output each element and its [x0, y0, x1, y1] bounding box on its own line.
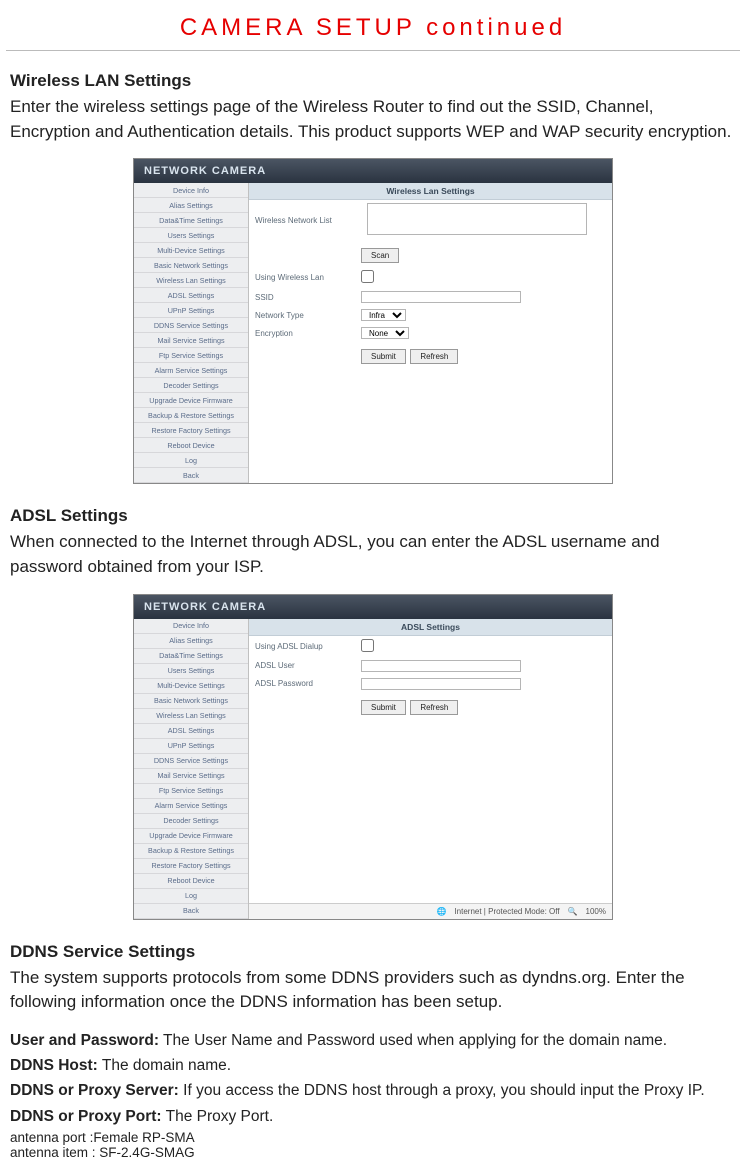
sidebar-item[interactable]: UPnP Settings: [134, 739, 248, 754]
content-body: Wireless LAN Settings Enter the wireless…: [0, 71, 746, 1160]
def-proxy-server: DDNS or Proxy Server: If you access the …: [10, 1079, 736, 1102]
antenna-port-text: antenna port :Female RP-SMA: [10, 1130, 736, 1145]
sidebar-item[interactable]: Alias Settings: [134, 634, 248, 649]
antenna-item-text: antenna item : SF-2.4G-SMAG: [10, 1145, 736, 1160]
using-wlan-label: Using Wireless Lan: [255, 273, 355, 282]
sidebar-item[interactable]: Restore Factory Settings: [134, 423, 248, 438]
def-text: The User Name and Password used when app…: [159, 1032, 667, 1049]
zoom-level: 100%: [586, 907, 606, 916]
browser-statusbar: 🌐 Internet | Protected Mode: Off 🔍 100%: [249, 903, 612, 919]
sidebar-item[interactable]: Users Settings: [134, 664, 248, 679]
zoom-icon: 🔍: [568, 907, 578, 916]
wlan-list-label: Wireless Network List: [255, 216, 355, 225]
ssid-label: SSID: [255, 293, 355, 302]
sidebar-item[interactable]: Log: [134, 889, 248, 904]
using-wlan-checkbox[interactable]: [361, 270, 374, 283]
def-term: DDNS Host:: [10, 1057, 98, 1074]
sidebar-item[interactable]: ADSL Settings: [134, 288, 248, 303]
sidebar-item[interactable]: Device Info: [134, 619, 248, 634]
title-underline: [6, 50, 740, 51]
def-user-password: User and Password: The User Name and Pas…: [10, 1029, 736, 1052]
wlan-panel: Wireless Lan Settings Wireless Network L…: [249, 183, 612, 483]
app-title-bar: NETWORK CAMERA: [134, 159, 612, 183]
sidebar-item[interactable]: ADSL Settings: [134, 724, 248, 739]
sidebar: Device Info Alias Settings Data&Time Set…: [134, 183, 249, 483]
submit-button[interactable]: Submit: [361, 349, 406, 364]
sidebar-item[interactable]: Ftp Service Settings: [134, 348, 248, 363]
sidebar-item[interactable]: Alarm Service Settings: [134, 799, 248, 814]
wlan-screenshot: NETWORK CAMERA Device Info Alias Setting…: [133, 158, 613, 484]
ddns-body: The system supports protocols from some …: [10, 966, 736, 1015]
sidebar: Device Info Alias Settings Data&Time Set…: [134, 619, 249, 919]
network-type-select[interactable]: Infra: [361, 309, 406, 321]
wlan-list-box[interactable]: [367, 203, 587, 235]
sidebar-item[interactable]: DDNS Service Settings: [134, 754, 248, 769]
adsl-body: When connected to the Internet through A…: [10, 530, 736, 579]
protected-mode-text: Internet | Protected Mode: Off: [454, 907, 559, 916]
adsl-password-input[interactable]: [361, 678, 521, 690]
adsl-panel-title: ADSL Settings: [249, 619, 612, 636]
using-adsl-label: Using ADSL Dialup: [255, 642, 355, 651]
def-text: The Proxy Port.: [162, 1108, 274, 1125]
sidebar-item[interactable]: Back: [134, 468, 248, 483]
sidebar-item[interactable]: Back: [134, 904, 248, 919]
sidebar-item[interactable]: Basic Network Settings: [134, 258, 248, 273]
adsl-user-label: ADSL User: [255, 661, 355, 670]
def-proxy-port: DDNS or Proxy Port: The Proxy Port.: [10, 1105, 736, 1128]
sidebar-item[interactable]: Mail Service Settings: [134, 769, 248, 784]
adsl-password-label: ADSL Password: [255, 679, 355, 688]
sidebar-item[interactable]: Data&Time Settings: [134, 213, 248, 228]
sidebar-item[interactable]: Basic Network Settings: [134, 694, 248, 709]
sidebar-item[interactable]: Alias Settings: [134, 198, 248, 213]
def-term: DDNS or Proxy Server:: [10, 1082, 179, 1099]
sidebar-item[interactable]: Decoder Settings: [134, 378, 248, 393]
sidebar-item[interactable]: Backup & Restore Settings: [134, 844, 248, 859]
scan-button[interactable]: Scan: [361, 248, 399, 263]
adsl-heading: ADSL Settings: [10, 506, 736, 526]
encryption-label: Encryption: [255, 329, 355, 338]
app-title-bar: NETWORK CAMERA: [134, 595, 612, 619]
sidebar-item[interactable]: Restore Factory Settings: [134, 859, 248, 874]
adsl-screenshot: NETWORK CAMERA Device Info Alias Setting…: [133, 594, 613, 920]
sidebar-item[interactable]: Device Info: [134, 183, 248, 198]
refresh-button[interactable]: Refresh: [410, 349, 458, 364]
sidebar-item[interactable]: Multi-Device Settings: [134, 679, 248, 694]
wlan-panel-title: Wireless Lan Settings: [249, 183, 612, 200]
def-text: The domain name.: [98, 1057, 231, 1074]
ddns-heading: DDNS Service Settings: [10, 942, 736, 962]
def-text: If you access the DDNS host through a pr…: [179, 1082, 705, 1099]
sidebar-item[interactable]: Log: [134, 453, 248, 468]
sidebar-item[interactable]: Reboot Device: [134, 874, 248, 889]
def-ddns-host: DDNS Host: The domain name.: [10, 1054, 736, 1077]
sidebar-item[interactable]: Upgrade Device Firmware: [134, 829, 248, 844]
submit-button[interactable]: Submit: [361, 700, 406, 715]
page-title: CAMERA SETUP continued: [0, 0, 746, 50]
globe-icon: 🌐: [436, 907, 446, 916]
def-term: DDNS or Proxy Port:: [10, 1108, 162, 1125]
adsl-user-input[interactable]: [361, 660, 521, 672]
wireless-heading: Wireless LAN Settings: [10, 71, 736, 91]
refresh-button[interactable]: Refresh: [410, 700, 458, 715]
sidebar-item[interactable]: Upgrade Device Firmware: [134, 393, 248, 408]
sidebar-item[interactable]: Data&Time Settings: [134, 649, 248, 664]
adsl-panel: ADSL Settings Using ADSL Dialup ADSL Use…: [249, 619, 612, 919]
wireless-body: Enter the wireless settings page of the …: [10, 95, 736, 144]
sidebar-item[interactable]: Ftp Service Settings: [134, 784, 248, 799]
sidebar-item[interactable]: Users Settings: [134, 228, 248, 243]
sidebar-item[interactable]: Alarm Service Settings: [134, 363, 248, 378]
sidebar-item[interactable]: Reboot Device: [134, 438, 248, 453]
encryption-select[interactable]: None: [361, 327, 409, 339]
network-type-label: Network Type: [255, 311, 355, 320]
sidebar-item[interactable]: Wireless Lan Settings: [134, 273, 248, 288]
sidebar-item[interactable]: Multi-Device Settings: [134, 243, 248, 258]
sidebar-item[interactable]: Decoder Settings: [134, 814, 248, 829]
using-adsl-checkbox[interactable]: [361, 639, 374, 652]
sidebar-item[interactable]: Wireless Lan Settings: [134, 709, 248, 724]
sidebar-item[interactable]: Backup & Restore Settings: [134, 408, 248, 423]
sidebar-item[interactable]: Mail Service Settings: [134, 333, 248, 348]
sidebar-item[interactable]: UPnP Settings: [134, 303, 248, 318]
sidebar-item[interactable]: DDNS Service Settings: [134, 318, 248, 333]
ssid-input[interactable]: [361, 291, 521, 303]
def-term: User and Password:: [10, 1032, 159, 1049]
